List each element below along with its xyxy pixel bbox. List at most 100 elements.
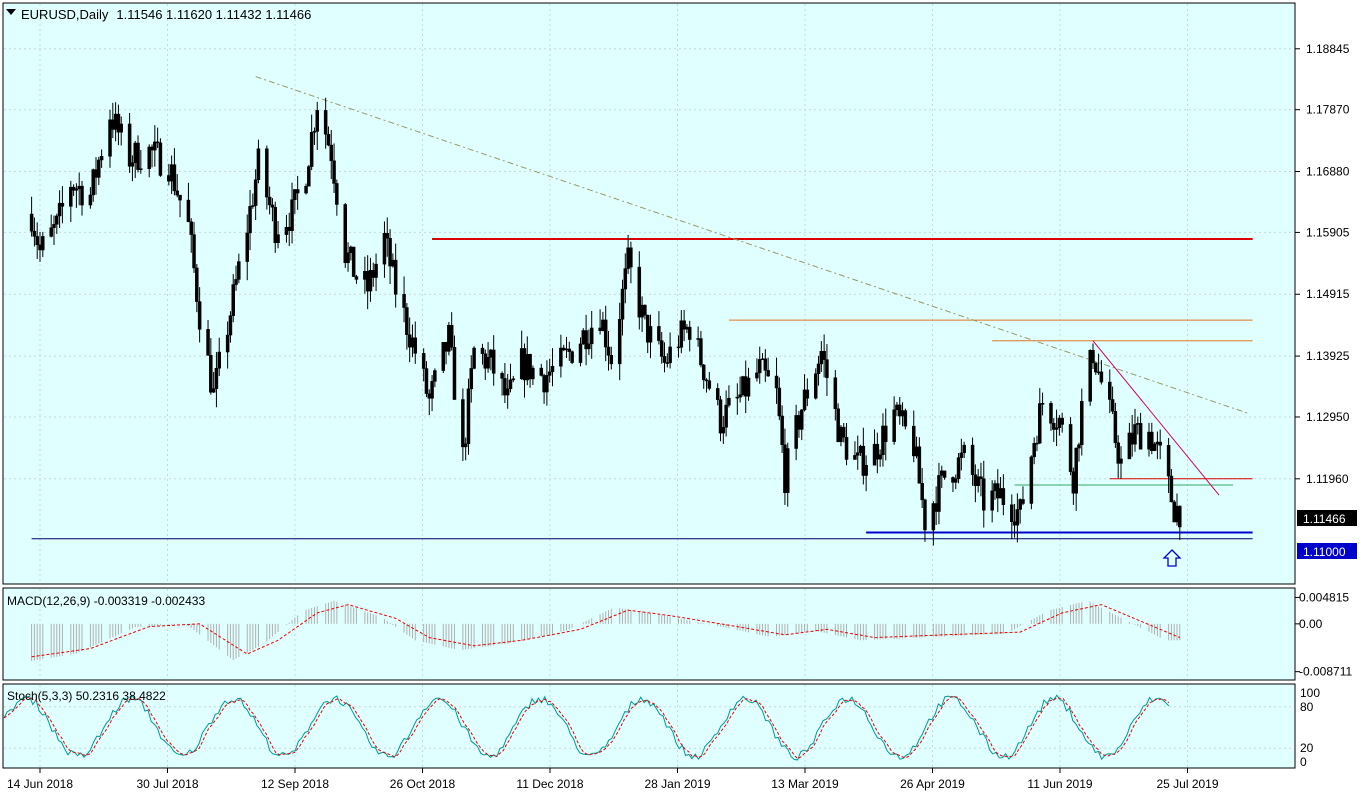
- candle-body: [332, 160, 336, 184]
- candle-body: [643, 304, 647, 316]
- candle-body: [561, 347, 566, 351]
- candle-body: [923, 499, 927, 531]
- candle-body: [116, 113, 121, 133]
- candle-body: [609, 355, 614, 365]
- candle-body: [1172, 501, 1176, 523]
- price-tick-label: 1.11960: [1306, 472, 1349, 486]
- macd-axis: 0.004815 0.00 -0.008711: [1295, 590, 1352, 679]
- candle-body: [629, 247, 633, 268]
- candle-body: [441, 342, 446, 371]
- candle-body: [427, 393, 432, 399]
- price-tick-label: 1.16880: [1306, 165, 1350, 179]
- candle-body: [531, 367, 535, 380]
- candle-body: [853, 455, 857, 460]
- candle-body: [704, 379, 709, 382]
- candle-body: [606, 346, 611, 356]
- candle-body: [55, 215, 59, 225]
- candle-body: [976, 476, 980, 487]
- candle-body: [237, 261, 241, 280]
- candle-body: [816, 363, 821, 374]
- candle-body: [892, 409, 896, 442]
- candle-body: [421, 353, 426, 369]
- candle-body: [587, 343, 591, 350]
- candle-body: [623, 268, 628, 290]
- candle-body: [780, 415, 784, 446]
- price-tick-label: 1.14915: [1306, 287, 1350, 301]
- candle-body: [1060, 417, 1064, 425]
- candle-body: [1175, 505, 1179, 523]
- candle-body: [598, 327, 602, 331]
- candle-body: [35, 236, 39, 246]
- candle-body: [813, 373, 818, 399]
- candle-body: [94, 169, 98, 178]
- candle-body: [424, 368, 429, 394]
- trading-chart[interactable]: 1.18845 1.17870 1.16880 1.15905 1.14915 1.139…: [0, 0, 1368, 797]
- candle-body: [1029, 456, 1034, 504]
- candle-body: [785, 448, 790, 493]
- candle-body: [746, 377, 751, 397]
- candle-body: [774, 375, 779, 389]
- candle-body: [172, 164, 177, 192]
- candle-body: [273, 206, 277, 244]
- candle-body: [228, 315, 233, 336]
- candle-body: [962, 444, 966, 454]
- candle-body: [724, 404, 728, 428]
- candle-body: [741, 376, 745, 395]
- candle-body: [217, 351, 221, 369]
- candle-body: [855, 452, 860, 456]
- current-price-label: 1.11466: [1303, 512, 1346, 526]
- candle-body: [251, 205, 255, 207]
- candle-body: [701, 364, 706, 381]
- candle-body: [1110, 399, 1115, 412]
- candle-body: [1071, 471, 1076, 494]
- candle-body: [447, 324, 451, 352]
- date-tick-label: 26 Oct 2018: [390, 777, 456, 791]
- candle-body: [413, 337, 418, 354]
- candle-body: [822, 351, 826, 360]
- candle-body: [836, 408, 840, 442]
- candle-body: [797, 415, 801, 430]
- candle-body: [1116, 442, 1120, 464]
- candle-body: [88, 194, 93, 206]
- candle-body: [511, 378, 516, 381]
- candle-body: [1074, 447, 1078, 494]
- candle-body: [335, 183, 339, 205]
- candle-body: [998, 488, 1003, 499]
- candle-body: [878, 454, 882, 460]
- candle-body: [1108, 381, 1112, 400]
- candle-body: [570, 351, 574, 363]
- candle-body: [29, 213, 34, 232]
- candle-body: [211, 388, 216, 393]
- candle-body: [225, 334, 230, 353]
- candle-body: [687, 326, 692, 340]
- candle-body: [385, 233, 390, 239]
- candle-body: [349, 246, 353, 253]
- candle-body: [234, 279, 238, 285]
- candle-body: [60, 202, 65, 207]
- candle-body: [662, 356, 667, 363]
- date-tick-label: 11 Jun 2019: [1027, 777, 1092, 791]
- candle-body: [802, 389, 807, 411]
- date-tick-label: 26 Apr 2019: [900, 777, 965, 791]
- candle-body: [1133, 424, 1137, 445]
- candle-body: [231, 284, 235, 316]
- candle-body: [696, 338, 700, 340]
- candle-body: [253, 179, 258, 206]
- candle-body: [41, 236, 45, 251]
- candle-body: [407, 334, 412, 348]
- macd-tick-label: -0.008711: [1299, 665, 1352, 679]
- candle-body: [486, 357, 490, 369]
- candle-body: [74, 188, 79, 191]
- candle-body: [295, 189, 300, 194]
- candle-body: [525, 354, 530, 381]
- candle-body: [374, 263, 378, 278]
- candle-body: [715, 388, 720, 400]
- candle-body: [659, 340, 664, 357]
- candle-body: [206, 329, 210, 356]
- candle-body: [603, 319, 608, 348]
- candle-body: [315, 110, 319, 132]
- candle-body: [363, 270, 367, 280]
- candle-body: [312, 131, 317, 133]
- price-axis: 1.18845 1.17870 1.16880 1.15905 1.14915 1.139…: [1295, 42, 1350, 486]
- candle-body: [858, 445, 863, 453]
